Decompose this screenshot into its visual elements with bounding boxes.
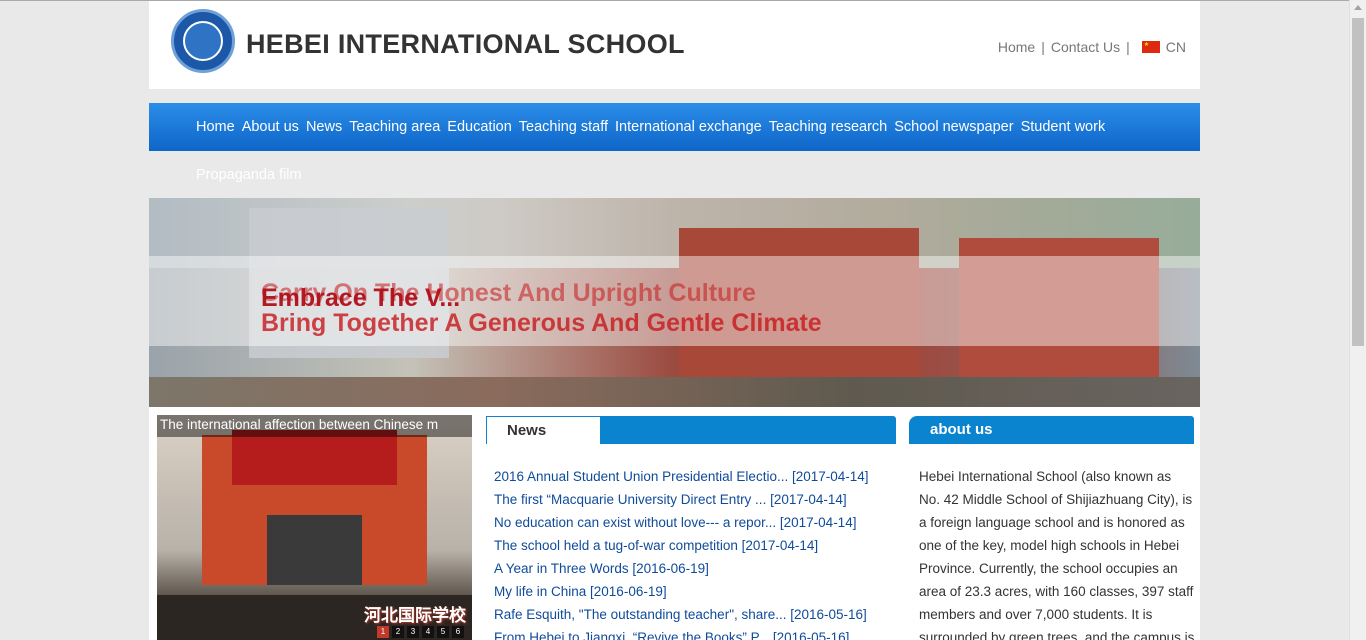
- nav-item-home[interactable]: Home: [196, 119, 235, 135]
- news-item-link[interactable]: From Hebei to Jiangxi, “Revive the Books…: [494, 626, 869, 640]
- nav-item-student-work[interactable]: Student work: [1021, 119, 1106, 135]
- language-switch-cn[interactable]: CN: [1166, 39, 1186, 55]
- about-panel: about us Hebei International School (als…: [909, 416, 1194, 640]
- news-item-link[interactable]: The first “Macquarie University Direct E…: [494, 488, 869, 511]
- news-tab[interactable]: News: [486, 416, 601, 444]
- top-link-home[interactable]: Home: [998, 39, 1035, 55]
- china-flag-icon[interactable]: [1141, 41, 1160, 53]
- slideshow-page-button[interactable]: 4: [422, 626, 434, 638]
- vertical-scrollbar[interactable]: [1349, 0, 1366, 640]
- site-header: HEBEI INTERNATIONAL SCHOOL Home | Contac…: [149, 1, 1200, 89]
- slideshow-page-button[interactable]: 3: [407, 626, 419, 638]
- hero-banner[interactable]: Carry On The Honest And Upright Culture …: [149, 198, 1200, 407]
- news-panel: News 2016 Annual Student Union President…: [486, 416, 896, 640]
- slideshow-caption[interactable]: The international affection between Chin…: [157, 415, 472, 437]
- banner-slogan-line2: Bring Together A Generous And Gentle Cli…: [261, 309, 822, 337]
- main-navigation: Home About us News Teaching area Educati…: [149, 103, 1200, 151]
- slideshow-page-button[interactable]: 2: [392, 626, 404, 638]
- about-description: Hebei International School (also known a…: [919, 469, 1195, 640]
- scroll-up-arrow-icon[interactable]: [1354, 5, 1362, 10]
- news-item-link[interactable]: My life in China [2016-06-19]: [494, 580, 869, 603]
- nav-item-teaching-staff[interactable]: Teaching staff: [519, 119, 608, 135]
- news-item-link[interactable]: No education can exist without love--- a…: [494, 511, 869, 534]
- top-link-separator: |: [1126, 39, 1130, 55]
- slideshow-pager: 1 2 3 4 5 6: [377, 626, 464, 638]
- scrollbar-thumb[interactable]: [1352, 18, 1364, 346]
- top-link-contact[interactable]: Contact Us: [1051, 39, 1120, 55]
- news-list: 2016 Annual Student Union Presidential E…: [494, 465, 869, 640]
- about-panel-title[interactable]: about us: [909, 416, 1194, 444]
- nav-item-school-newspaper[interactable]: School newspaper: [894, 119, 1013, 135]
- content-area: The international affection between Chin…: [149, 407, 1200, 640]
- school-name-logo[interactable]: HEBEI INTERNATIONAL SCHOOL: [246, 29, 685, 60]
- nav-item-teaching-area[interactable]: Teaching area: [349, 119, 440, 135]
- nav-item-about-us[interactable]: About us: [242, 119, 299, 135]
- nav-item-education[interactable]: Education: [447, 119, 512, 135]
- nav-item-teaching-research[interactable]: Teaching research: [769, 119, 888, 135]
- news-item-link[interactable]: The school held a tug-of-war competition…: [494, 534, 869, 557]
- news-item-link[interactable]: 2016 Annual Student Union Presidential E…: [494, 465, 869, 488]
- nav-item-news[interactable]: News: [306, 119, 342, 135]
- news-item-link[interactable]: A Year in Three Words [2016-06-19]: [494, 557, 869, 580]
- top-links: Home | Contact Us | CN: [998, 39, 1186, 55]
- slideshow-watermark: 河北国际学校: [364, 606, 466, 625]
- photo-slideshow[interactable]: The international affection between Chin…: [157, 415, 472, 640]
- slideshow-page-button[interactable]: 1: [377, 626, 389, 638]
- nav-item-propaganda-film[interactable]: Propaganda film: [196, 167, 302, 183]
- slideshow-page-button[interactable]: 6: [452, 626, 464, 638]
- news-item-link[interactable]: Rafe Esquith, "The outstanding teacher",…: [494, 603, 869, 626]
- page-container: HEBEI INTERNATIONAL SCHOOL Home | Contac…: [149, 1, 1200, 640]
- slideshow-page-button[interactable]: 5: [437, 626, 449, 638]
- nav-item-international-exchange[interactable]: International exchange: [615, 119, 762, 135]
- top-link-separator: |: [1041, 39, 1045, 55]
- school-logo-icon[interactable]: [171, 9, 235, 73]
